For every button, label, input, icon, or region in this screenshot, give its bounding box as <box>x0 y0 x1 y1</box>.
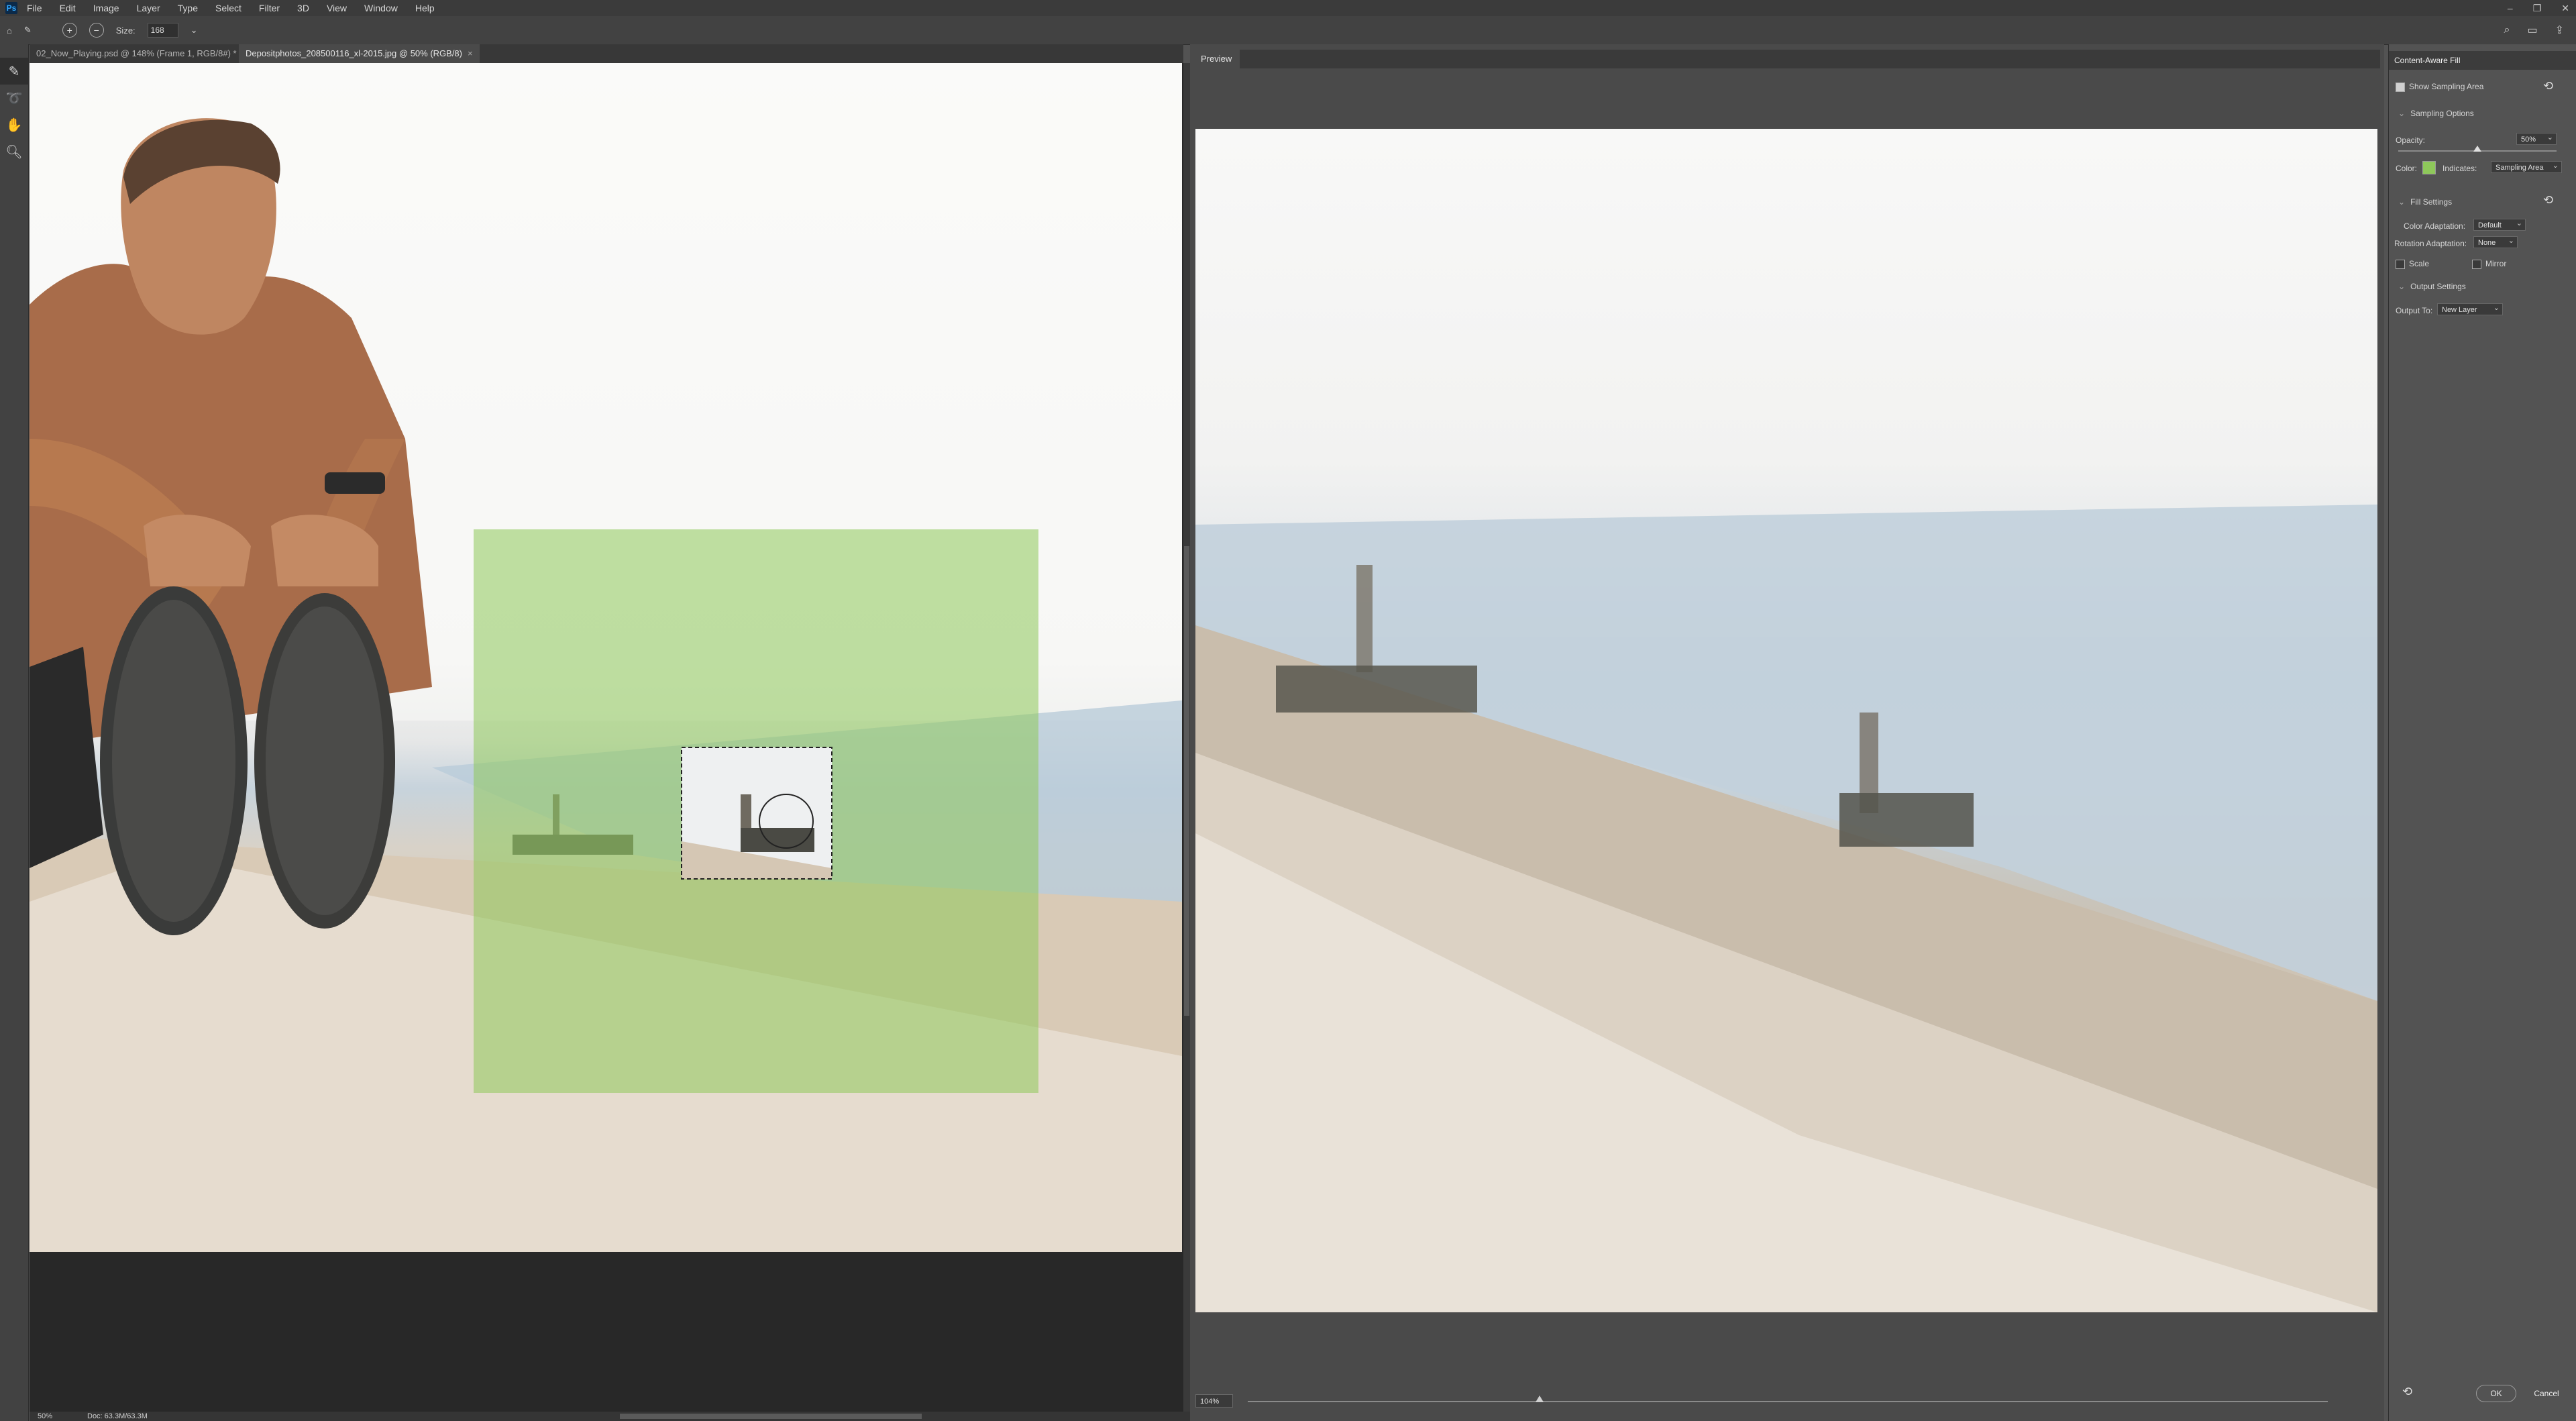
output-to-dropdown[interactable]: New Layer <box>2437 302 2503 315</box>
restore-icon[interactable]: ❐ <box>2533 3 2542 14</box>
mirror-option[interactable]: Mirror <box>2472 259 2506 269</box>
horizontal-scrollbar[interactable] <box>620 1414 922 1419</box>
output-settings-section[interactable]: ⌄ Output Settings <box>2398 282 2466 291</box>
tab-label: 02_Now_Playing.psd @ 148% (Frame 1, RGB/… <box>36 48 237 58</box>
subtract-from-sampling-icon[interactable]: − <box>89 23 104 38</box>
menu-file[interactable]: File <box>27 3 42 13</box>
workspace-icon[interactable]: ▭ <box>2527 23 2537 37</box>
options-bar: ⌂ ✎ + − Size: 168 ⌄ ⌕ ▭ ⇪ <box>0 16 2576 45</box>
chevron-down-icon[interactable]: ⌄ <box>2398 197 2405 207</box>
status-bar: 50% Doc: 63.3M/63.3M <box>30 1412 1190 1421</box>
mirror-label: Mirror <box>2485 259 2507 268</box>
panel-title: Content-Aware Fill <box>2394 56 2461 65</box>
menu-window[interactable]: Window <box>364 3 398 13</box>
search-icon[interactable]: ⌕ <box>2504 24 2510 36</box>
preview-photo-image <box>1195 505 2377 1312</box>
hand-icon[interactable]: ✋ <box>0 111 28 138</box>
reset-all-icon[interactable]: ⟲ <box>2402 1385 2412 1399</box>
fill-settings-label: Fill Settings <box>2410 197 2453 207</box>
zoom-level: 50% <box>38 1412 53 1420</box>
close-icon[interactable]: ✕ <box>2561 3 2569 14</box>
reset-fill-icon[interactable]: ⟲ <box>2543 193 2553 207</box>
menu-3d[interactable]: 3D <box>297 3 309 13</box>
preview-zoom-slider-thumb[interactable] <box>1535 1396 1544 1402</box>
tab-depositphotos[interactable]: Depositphotos_208500116_xl-2015.jpg @ 50… <box>239 44 480 63</box>
sampling-color-swatch[interactable] <box>2422 161 2436 174</box>
sampling-options-label: Sampling Options <box>2410 109 2474 118</box>
color-label: Color: <box>2396 164 2418 173</box>
rotation-adaptation-dropdown[interactable]: None <box>2473 235 2518 248</box>
home-icon[interactable]: ⌂ <box>7 25 12 36</box>
menu-view[interactable]: View <box>327 3 347 13</box>
menu-select[interactable]: Select <box>215 3 241 13</box>
preview-zoom-bar: 104% <box>1194 1393 2381 1410</box>
document-tabs: 02_Now_Playing.psd @ 148% (Frame 1, RGB/… <box>30 44 1183 63</box>
preview-tab[interactable]: Preview <box>1193 50 1240 68</box>
opacity-input[interactable]: 50% <box>2516 131 2557 145</box>
tools-panel: ✎ ➰ ✋ 🔍︎ <box>0 44 29 1421</box>
show-sampling-area-label: Show Sampling Area <box>2409 82 2484 91</box>
output-to-label: Output To: <box>2396 306 2433 315</box>
preview-header: Preview <box>1193 50 2380 68</box>
size-input[interactable]: 168 <box>147 23 178 38</box>
show-sampling-area-checkbox[interactable] <box>2396 82 2405 92</box>
opacity-label: Opacity: <box>2396 136 2426 145</box>
menu-layer[interactable]: Layer <box>137 3 160 13</box>
scale-checkbox[interactable] <box>2396 259 2405 269</box>
show-sampling-area-option[interactable]: Show Sampling Area <box>2396 82 2483 92</box>
preview-zoom-input[interactable]: 104% <box>1195 1394 1233 1408</box>
photoshop-logo-icon: Ps <box>5 2 17 14</box>
scale-label: Scale <box>2409 259 2430 268</box>
size-label: Size: <box>115 25 136 36</box>
indicates-label: Indicates: <box>2443 164 2477 173</box>
color-adaptation-dropdown[interactable]: Default <box>2473 217 2526 231</box>
indicates-dropdown[interactable]: Sampling Area <box>2491 160 2562 173</box>
menu-filter[interactable]: Filter <box>259 3 280 13</box>
cancel-button[interactable]: Cancel <box>2524 1385 2569 1402</box>
output-settings-label: Output Settings <box>2410 282 2466 291</box>
menu-bar: Ps File Edit Image Layer Type Select Fil… <box>0 0 2576 16</box>
vertical-scrollbar[interactable] <box>1183 63 1190 1412</box>
mirror-checkbox[interactable] <box>2472 259 2481 269</box>
share-icon[interactable]: ⇪ <box>2555 23 2564 37</box>
size-dropdown-icon[interactable]: ⌄ <box>191 25 198 36</box>
chevron-down-icon[interactable]: ⌄ <box>2398 109 2405 118</box>
tab-label: Depositphotos_208500116_xl-2015.jpg @ 50… <box>246 48 462 58</box>
scrollbar-thumb[interactable] <box>1184 546 1189 1016</box>
rotation-adaptation-label: Rotation Adaptation: <box>2394 239 2467 248</box>
tab-now-playing[interactable]: 02_Now_Playing.psd @ 148% (Frame 1, RGB/… <box>30 44 254 63</box>
minimize-icon[interactable]: – <box>2508 3 2513 13</box>
zoom-icon[interactable]: 🔍︎ <box>0 138 28 165</box>
menu-help[interactable]: Help <box>415 3 435 13</box>
sampling-brush-icon[interactable]: ✎ <box>0 58 28 85</box>
preview-zoom-slider[interactable] <box>1248 1401 2328 1402</box>
preview-image[interactable] <box>1195 129 2377 1312</box>
lasso-icon[interactable]: ➰ <box>0 85 28 111</box>
add-to-sampling-icon[interactable]: + <box>62 23 77 38</box>
close-tab-icon[interactable]: × <box>468 48 473 58</box>
menu-image[interactable]: Image <box>93 3 119 13</box>
sampling-options-section[interactable]: ⌄ Sampling Options <box>2398 109 2474 118</box>
fill-settings-section[interactable]: ⌄ Fill Settings <box>2398 197 2452 207</box>
menu-type[interactable]: Type <box>178 3 198 13</box>
content-aware-fill-panel: Content-Aware Fill Show Sampling Area ⟲ … <box>2388 44 2576 1421</box>
document-size: Doc: 63.3M/63.3M <box>87 1412 148 1420</box>
ok-button[interactable]: OK <box>2476 1385 2516 1402</box>
reset-sampling-icon[interactable]: ⟲ <box>2543 79 2553 93</box>
photo-image <box>30 63 1182 1252</box>
brush-preset-icon[interactable]: ✎ <box>24 25 32 36</box>
panel-header: Content-Aware Fill <box>2389 51 2576 70</box>
menu-edit[interactable]: Edit <box>60 3 76 13</box>
scale-option[interactable]: Scale <box>2396 259 2429 269</box>
opacity-slider-thumb[interactable] <box>2473 146 2481 152</box>
color-adaptation-label: Color Adaptation: <box>2404 221 2466 231</box>
chevron-down-icon[interactable]: ⌄ <box>2398 282 2405 291</box>
document-canvas[interactable] <box>30 63 1182 1252</box>
